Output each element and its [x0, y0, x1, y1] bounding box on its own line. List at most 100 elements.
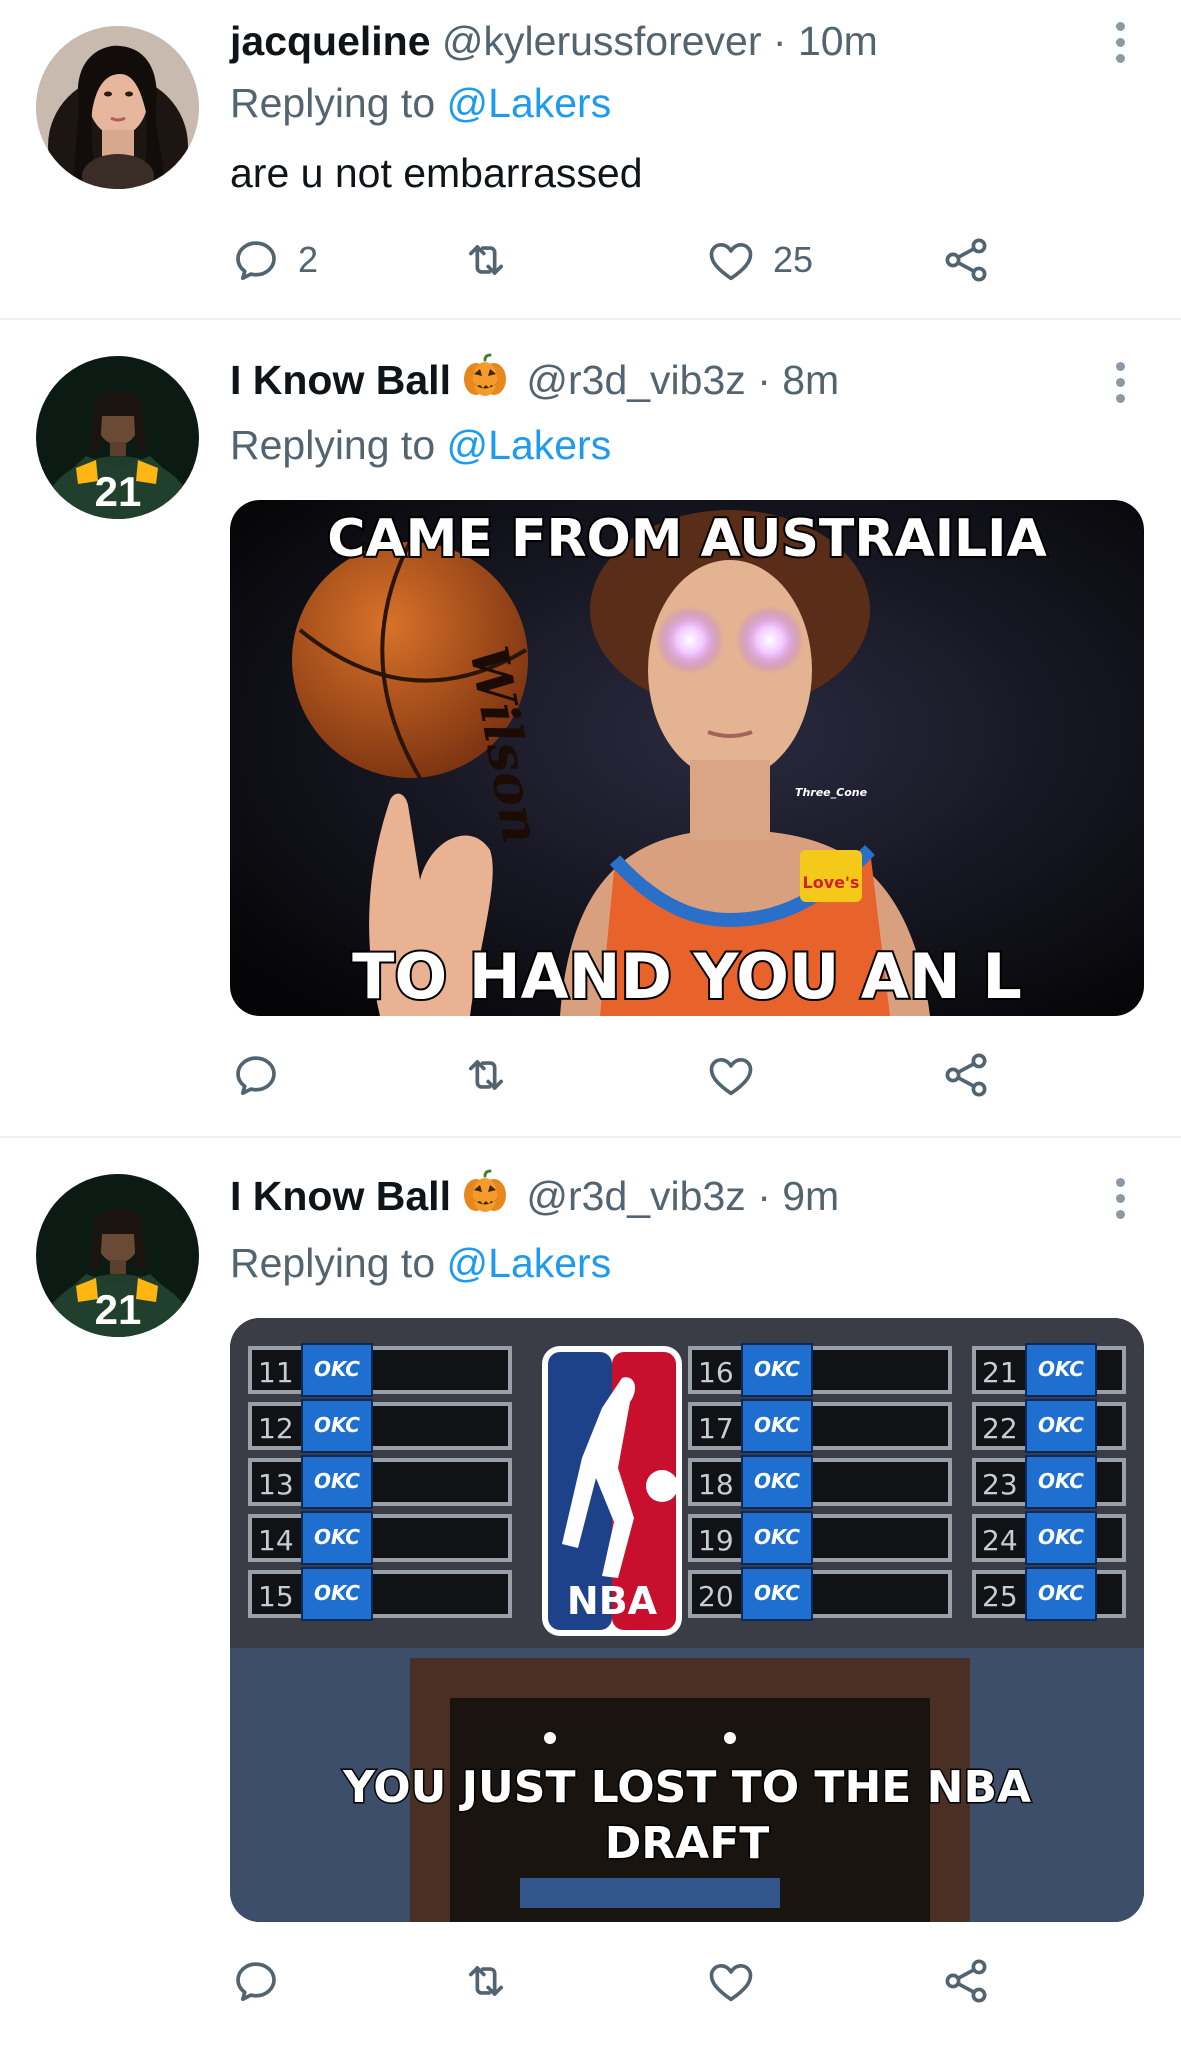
share-button[interactable]: [940, 1953, 992, 2009]
share-icon: [940, 1049, 992, 1101]
user-handle[interactable]: @kylerussforever: [442, 18, 762, 64]
reply-button[interactable]: 2: [230, 232, 318, 288]
okc-tag-text: OKC: [1038, 1525, 1084, 1549]
share-icon: [940, 234, 992, 286]
replying-to-handle[interactable]: @Lakers: [447, 80, 612, 126]
like-button[interactable]: [705, 1953, 757, 2009]
share-button[interactable]: [940, 1047, 992, 1103]
draft-pick-number: 12: [258, 1412, 294, 1445]
tweet[interactable]: 21 I Know Ball @r3d_vib3z · 8m Replying …: [0, 320, 1181, 1138]
separator: ·: [757, 357, 771, 403]
draft-pick-number: 23: [982, 1468, 1018, 1501]
okc-tag-text: OKC: [1038, 1357, 1084, 1381]
replying-to-handle[interactable]: @Lakers: [447, 422, 612, 468]
tweet-actions: 2 25: [230, 232, 1010, 288]
draft-pick-number: 11: [258, 1356, 294, 1389]
replying-to-handle[interactable]: @Lakers: [447, 1240, 612, 1286]
like-button[interactable]: 25: [705, 232, 813, 288]
display-name[interactable]: jacqueline: [230, 18, 431, 64]
image-caption-line2: DRAFT: [605, 1818, 770, 1869]
okc-tag-text: OKC: [314, 1525, 360, 1549]
display-name[interactable]: I Know Ball: [230, 357, 451, 403]
draft-pick-number: 18: [698, 1468, 734, 1501]
like-icon: [705, 1049, 757, 1101]
draft-pick-number: 24: [982, 1524, 1018, 1557]
tweet[interactable]: 21 I Know Ball @r3d_vib3z · 9m Replying …: [0, 1138, 1181, 2048]
draft-pick-number: 20: [698, 1580, 734, 1613]
timestamp[interactable]: 10m: [798, 18, 878, 64]
okc-tag-text: OKC: [1038, 1413, 1084, 1437]
reply-icon: [230, 1049, 282, 1101]
retweet-button[interactable]: [460, 232, 512, 288]
draft-pick-number: 17: [698, 1412, 734, 1445]
draft-pick-number: 14: [258, 1524, 294, 1557]
svg-text:21: 21: [95, 468, 142, 515]
okc-tag-text: OKC: [1038, 1469, 1084, 1493]
timestamp[interactable]: 8m: [782, 357, 839, 403]
replying-prefix: Replying to: [230, 80, 447, 126]
jack-o-lantern-icon: [461, 352, 509, 400]
draft-pick-number: 19: [698, 1524, 734, 1557]
tweet-header: I Know Ball @r3d_vib3z · 9m: [230, 1168, 839, 1221]
okc-tag-text: OKC: [314, 1581, 360, 1605]
replying-to: Replying to @Lakers: [230, 1238, 611, 1288]
okc-tag-text: OKC: [314, 1357, 360, 1381]
image-caption-bottom: TO HAND YOU AN L: [352, 940, 1022, 1013]
share-button[interactable]: [940, 232, 992, 288]
like-button[interactable]: [705, 1047, 757, 1103]
separator: ·: [772, 18, 787, 64]
okc-tag-text: OKC: [754, 1525, 800, 1549]
tweet[interactable]: jacqueline @kylerussforever · 10m Replyi…: [0, 0, 1181, 320]
retweet-button[interactable]: [460, 1047, 512, 1103]
image-caption-line1: YOU JUST LOST TO THE NBA: [342, 1762, 1031, 1813]
svg-text:21: 21: [95, 1286, 142, 1333]
more-icon[interactable]: [1105, 358, 1135, 406]
retweet-icon: [460, 234, 512, 286]
replying-to: Replying to @Lakers: [230, 420, 611, 470]
like-count: 25: [773, 239, 814, 280]
like-icon: [705, 234, 757, 286]
tweet-header: I Know Ball @r3d_vib3z · 8m: [230, 352, 839, 405]
okc-tag-text: OKC: [754, 1581, 800, 1605]
reply-button[interactable]: [230, 1047, 282, 1103]
reply-count: 2: [298, 239, 319, 280]
avatar[interactable]: [36, 26, 199, 189]
okc-tag-text: OKC: [754, 1469, 800, 1493]
retweet-icon: [460, 1049, 512, 1101]
avatar[interactable]: 21: [36, 1174, 199, 1337]
reply-icon: [230, 1955, 282, 2007]
draft-pick-number: 13: [258, 1468, 294, 1501]
okc-tag-text: OKC: [1038, 1581, 1084, 1605]
replying-prefix: Replying to: [230, 422, 447, 468]
user-handle[interactable]: @r3d_vib3z: [526, 1173, 745, 1219]
image-caption-top: CAME FROM AUSTRAILIA: [327, 509, 1047, 569]
image-watermark: Three_Cone: [795, 786, 868, 799]
more-icon[interactable]: [1105, 18, 1135, 66]
reply-icon: [230, 234, 282, 286]
draft-pick-number: 16: [698, 1356, 734, 1389]
retweet-icon: [460, 1955, 512, 2007]
tweet-actions: [230, 1047, 1010, 1103]
tweet-text: are u not embarrassed: [230, 150, 643, 196]
retweet-button[interactable]: [460, 1953, 512, 2009]
tweet-image[interactable]: 11 OKC 12 OKC 13 OKC 14 OKC 15 OKC 16 OKC 17 OKC 18 OKC…: [230, 1318, 1144, 1922]
okc-tag-text: OKC: [754, 1413, 800, 1437]
tweet-header: jacqueline @kylerussforever · 10m: [230, 16, 878, 66]
more-icon[interactable]: [1105, 1174, 1135, 1222]
jack-o-lantern-icon: [461, 1168, 509, 1216]
like-icon: [705, 1955, 757, 2007]
tweet-actions: [230, 1953, 1010, 2009]
display-name[interactable]: I Know Ball: [230, 1173, 451, 1219]
nba-logo-text: NBA: [567, 1579, 658, 1623]
replying-prefix: Replying to: [230, 1240, 447, 1286]
user-handle[interactable]: @r3d_vib3z: [526, 357, 745, 403]
draft-pick-number: 15: [258, 1580, 294, 1613]
timestamp[interactable]: 9m: [782, 1173, 839, 1219]
avatar[interactable]: 21: [36, 356, 199, 519]
okc-tag-text: OKC: [754, 1357, 800, 1381]
separator: ·: [757, 1173, 771, 1219]
tweet-image[interactable]: Love's Wilson Three_Cone CAME FROM AUSTR…: [230, 500, 1144, 1016]
draft-pick-number: 25: [982, 1580, 1018, 1613]
reply-button[interactable]: [230, 1953, 282, 2009]
draft-board-image: 11 OKC 12 OKC 13 OKC 14 OKC 15 OKC 16 OKC 17 OKC 18 OKC…: [230, 1318, 1144, 1922]
